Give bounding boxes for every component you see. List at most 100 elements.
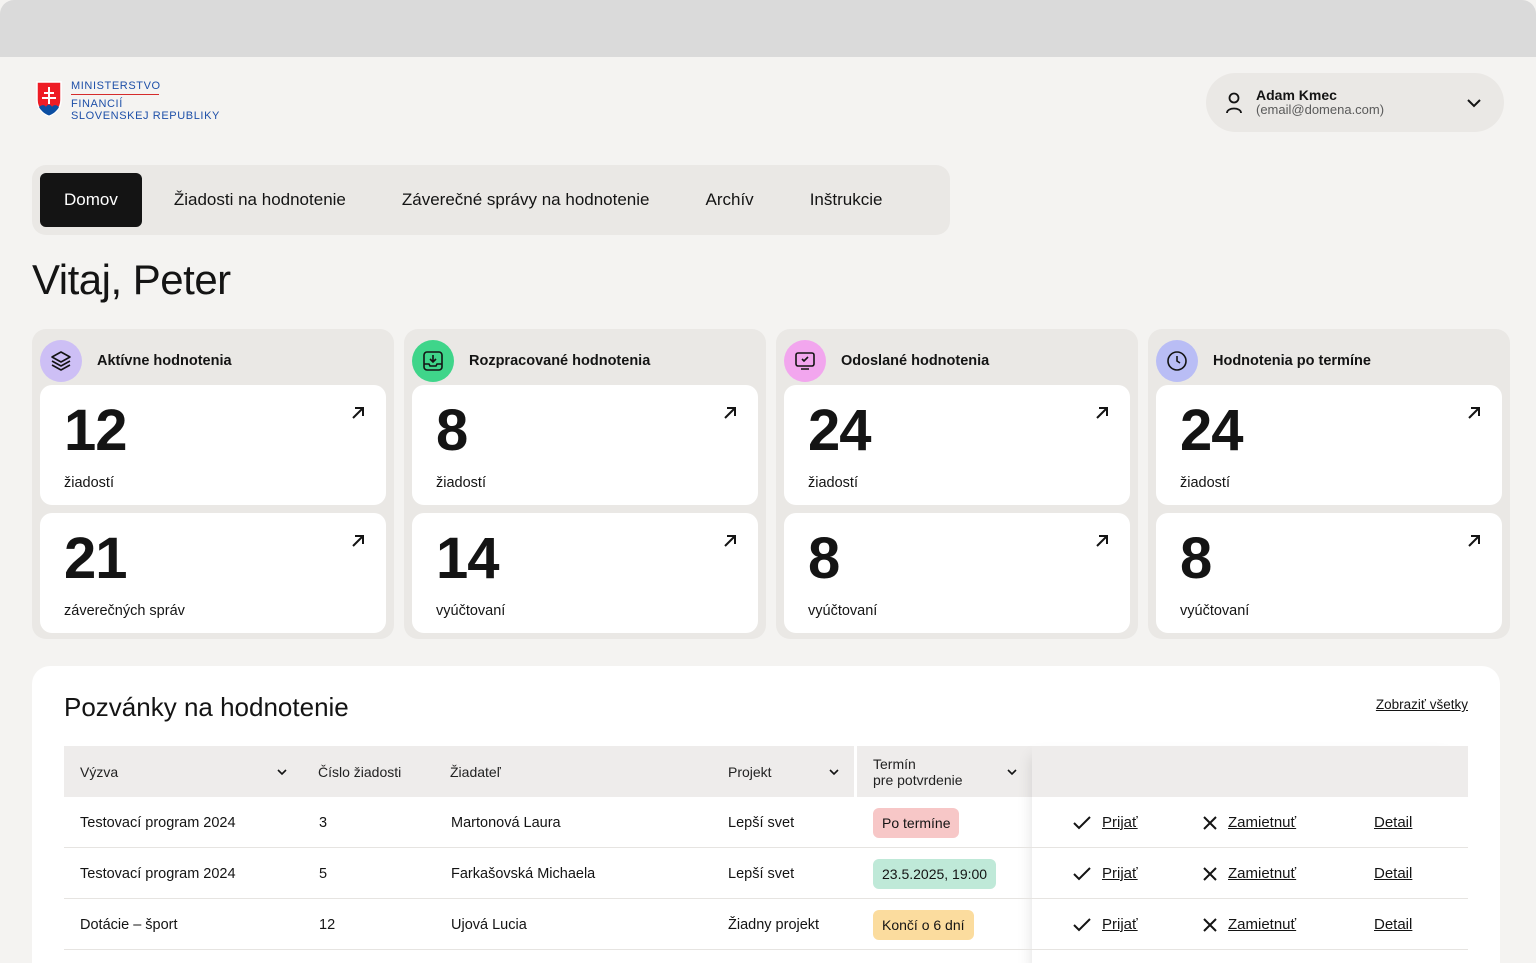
cell-applicant: Martonová Laura	[451, 814, 561, 831]
arrow-up-right-icon	[724, 535, 736, 547]
column-label: pre potvrdenie	[873, 771, 963, 788]
check-icon	[1073, 917, 1091, 931]
logo-line-3: SLOVENSKEJ REPUBLIKY	[71, 110, 220, 122]
show-all-link[interactable]: Zobraziť všetky	[1376, 697, 1468, 712]
monitor-check-icon	[784, 340, 826, 382]
column-header-project[interactable]: Projekt	[712, 746, 854, 797]
column-label: Projekt	[728, 763, 772, 780]
column-label: Žiadateľ	[450, 763, 501, 780]
logo-line-2: FINANCIÍ	[71, 98, 123, 110]
stat-label: žiadostí	[64, 475, 114, 491]
page-title: Vitaj, Peter	[32, 256, 231, 303]
accept-label: Prijať	[1102, 916, 1138, 933]
detail-link[interactable]: Detail	[1374, 797, 1412, 848]
detail-label: Detail	[1374, 916, 1413, 933]
cell-number: 5	[319, 865, 328, 882]
table-header: Výzva Číslo žiadosti Žiadateľ Projekt Te…	[64, 746, 1468, 797]
close-icon	[1203, 815, 1217, 830]
deadline-badge: 23.5.2025, 19:00	[873, 858, 997, 889]
stat-tile[interactable]: 12 žiadostí	[40, 385, 386, 505]
tab-zaverecne-spravy[interactable]: Záverečné správy na hodnotenie	[378, 173, 674, 227]
column-label: Výzva	[80, 763, 119, 780]
stat-tile[interactable]: 21 záverečných správ	[40, 513, 386, 633]
accept-label: Prijať	[1102, 814, 1138, 831]
cell-call: Testovací program 2024	[80, 814, 236, 831]
cell-applicant: Ujová Lucia	[451, 916, 527, 933]
tab-archiv[interactable]: Archív	[682, 173, 778, 227]
stat-tile[interactable]: 8 vyúčtovaní	[1156, 513, 1502, 633]
reject-label: Zamietnuť	[1228, 814, 1297, 831]
arrow-up-right-icon	[1468, 407, 1480, 419]
column-header-deadline[interactable]: Termín pre potvrdenie	[857, 746, 1032, 797]
stat-label: vyúčtovaní	[436, 603, 506, 619]
stat-label: vyúčtovaní	[808, 603, 878, 619]
stat-label: žiadostí	[808, 475, 858, 491]
card-title: Aktívne hodnotenia	[97, 353, 232, 369]
tab-instrukcie[interactable]: Inštrukcie	[786, 173, 907, 227]
deadline-badge: Po termíne	[873, 807, 960, 838]
tab-domov[interactable]: Domov	[40, 173, 142, 227]
inbox-download-icon	[412, 340, 454, 382]
close-icon	[1203, 917, 1217, 932]
user-email: (email@domena.com)	[1256, 102, 1385, 117]
column-label: Číslo žiadosti	[318, 763, 402, 780]
cell-number: 12	[319, 916, 336, 933]
stat-label: záverečných správ	[64, 603, 185, 619]
user-icon	[1226, 92, 1242, 113]
ministry-logo[interactable]: MINISTERSTVO FINANCIÍ SLOVENSKEJ REPUBLI…	[35, 80, 220, 122]
reject-button[interactable]: Zamietnuť	[1202, 797, 1296, 848]
arrow-up-right-icon	[1468, 535, 1480, 547]
stat-tile[interactable]: 8 žiadostí	[412, 385, 758, 505]
reject-button[interactable]: Zamietnuť	[1202, 848, 1296, 899]
accept-button[interactable]: Prijať	[1072, 899, 1138, 950]
check-icon	[1073, 866, 1091, 880]
stat-value: 8	[436, 398, 468, 463]
stat-tile[interactable]: 24 žiadostí	[1156, 385, 1502, 505]
stat-value: 8	[1180, 526, 1212, 591]
cell-deadline: Po termíne	[873, 797, 960, 848]
card-active-evaluations: Aktívne hodnotenia 12 žiadostí 21 závere…	[32, 329, 394, 639]
stat-value: 14	[436, 526, 500, 591]
section-title: Pozvánky na hodnotenie	[64, 692, 349, 722]
arrow-up-right-icon	[352, 535, 364, 547]
stat-value: 21	[64, 526, 128, 591]
table-row[interactable]: Testovací program 2024 5 Farkašovská Mic…	[64, 848, 1468, 899]
coat-of-arms-icon	[36, 81, 62, 117]
chevron-down-icon[interactable]	[1466, 95, 1482, 111]
clock-icon	[1156, 340, 1198, 382]
column-header-call[interactable]: Výzva	[64, 746, 302, 797]
table-row[interactable]: Testovací program 2024 3 Martonová Laura…	[64, 797, 1468, 848]
stat-label: žiadostí	[436, 475, 486, 491]
cell-deadline: Končí o 6 dní	[873, 899, 974, 950]
stat-tile[interactable]: 14 vyúčtovaní	[412, 513, 758, 633]
chevron-down-icon	[277, 769, 287, 776]
accept-button[interactable]: Prijať	[1072, 797, 1138, 848]
stat-label: žiadostí	[1180, 475, 1230, 491]
reject-label: Zamietnuť	[1228, 916, 1297, 933]
user-menu[interactable]: Adam Kmec (email@domena.com)	[1206, 73, 1504, 132]
summary-cards: Aktívne hodnotenia 12 žiadostí 21 závere…	[32, 329, 1510, 639]
stat-value: 12	[64, 398, 128, 463]
detail-link[interactable]: Detail	[1374, 848, 1412, 899]
card-overdue-evaluations: Hodnotenia po termíne 24 žiadostí 8 vyúč…	[1148, 329, 1510, 639]
browser-top-bar	[0, 0, 1536, 57]
stat-tile[interactable]: 24 žiadostí	[784, 385, 1130, 505]
table-row[interactable]: Dotácie – šport 12 Ujová Lucia Žiadny pr…	[64, 899, 1468, 950]
layers-icon	[40, 340, 82, 382]
main-navigation: Domov Žiadosti na hodnotenie Záverečné s…	[32, 165, 950, 235]
cell-applicant: Farkašovská Michaela	[451, 865, 596, 882]
invitations-panel: Pozvánky na hodnotenie Zobraziť všetky V…	[32, 666, 1500, 963]
detail-link[interactable]: Detail	[1374, 899, 1412, 950]
column-header-number: Číslo žiadosti	[302, 746, 434, 797]
column-label: Termín	[873, 755, 916, 772]
reject-button[interactable]: Zamietnuť	[1202, 899, 1296, 950]
tab-ziadosti[interactable]: Žiadosti na hodnotenie	[150, 173, 370, 227]
stat-tile[interactable]: 8 vyúčtovaní	[784, 513, 1130, 633]
chevron-down-icon	[829, 769, 839, 776]
chevron-down-icon	[1007, 769, 1017, 776]
arrow-up-right-icon	[724, 407, 736, 419]
cell-call: Testovací program 2024	[80, 865, 236, 882]
card-in-progress-evaluations: Rozpracované hodnotenia 8 žiadostí 14 vy…	[404, 329, 766, 639]
column-header-applicant: Žiadateľ	[434, 746, 712, 797]
accept-button[interactable]: Prijať	[1072, 848, 1138, 899]
